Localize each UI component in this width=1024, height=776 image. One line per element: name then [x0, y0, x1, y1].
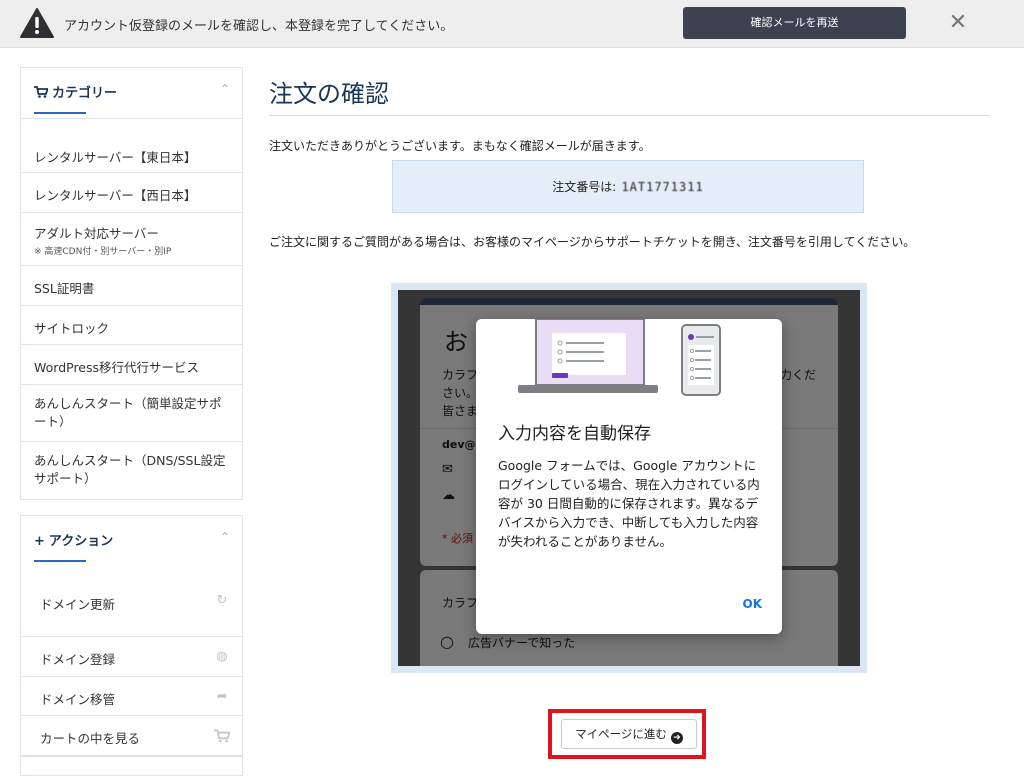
dialog-body: Google フォームでは、Google アカウントにログインしている場合、現在…: [498, 458, 760, 549]
order-number-label: 注文番号は:: [552, 180, 617, 194]
panel-underline: [34, 560, 86, 562]
sidebar-item-ssl[interactable]: SSL証明書: [21, 265, 242, 305]
arrow-right-circle-icon: ➜: [670, 732, 683, 744]
category-title: カテゴリー: [34, 82, 117, 101]
share-arrow-icon: ➦: [216, 689, 228, 704]
dialog-ok-button: OK: [742, 597, 763, 611]
close-icon[interactable]: ✕: [948, 11, 968, 35]
cta-label: マイページに進む: [575, 727, 667, 741]
action-item-domain-renew[interactable]: ドメイン更新 ↻: [21, 566, 242, 636]
panel-underline: [34, 112, 86, 114]
sidebar-item-anshin-easy[interactable]: あんしんスタート（簡単設定サポート）: [21, 384, 242, 441]
action-title: + アクション: [34, 534, 114, 549]
order-number-box: 注文番号は: 1AT1771311: [392, 160, 864, 213]
category-panel-header[interactable]: カテゴリー ⌃: [21, 68, 242, 118]
go-to-mypage-button[interactable]: マイページに進む ➜: [561, 719, 697, 749]
action-panel-header[interactable]: + アクション ⌃: [21, 516, 242, 566]
sidebar-item-anshin-dns[interactable]: あんしんスタート（DNS/SSL設定サポート）: [21, 441, 242, 499]
sidebar-item-adult-server[interactable]: アダルト対応サーバー ※ 高速CDN付・別サーバー・別IP: [21, 212, 242, 265]
dialog-title: 入力内容を自動保存: [498, 424, 651, 444]
autosave-illustration: [476, 319, 782, 411]
sidebar-item-sitelock[interactable]: サイトロック: [21, 305, 242, 344]
next-panel: [20, 756, 243, 776]
cart-icon: [34, 86, 49, 98]
page-title: 注文の確認: [269, 80, 389, 108]
verification-banner: アカウント仮登録のメールを確認し、本登録を完了してください。 確認メールを再送 …: [0, 0, 1024, 48]
refresh-icon: ↻: [216, 593, 228, 608]
thanks-message: 注文いただきありがとうございます。まもなく確認メールが届きます。: [269, 139, 651, 153]
action-item-domain-transfer[interactable]: ドメイン移管 ➦: [21, 676, 242, 715]
action-panel: + アクション ⌃ ドメイン更新 ↻ ドメイン登録 ◍ ドメイン移管 ➦ カートの中を見…: [20, 515, 243, 756]
category-panel: カテゴリー ⌃ レンタルサーバー【東日本】 レンタルサーバー【西日本】 アダルト…: [20, 67, 243, 500]
sidebar-item-wp-migration[interactable]: WordPress移行代行サービス: [21, 344, 242, 384]
order-number: 1AT1771311: [621, 180, 704, 194]
sidebar-item-sub: ※ 高速CDN付・別サーバー・別IP: [34, 247, 172, 257]
plus-icon: +: [34, 534, 45, 549]
chevron-up-icon[interactable]: ⌃: [220, 530, 230, 544]
title-divider: [269, 115, 989, 116]
action-item-view-cart[interactable]: カートの中を見る: [21, 715, 242, 755]
globe-icon: ◍: [216, 649, 228, 664]
chevron-up-icon[interactable]: ⌃: [220, 82, 230, 96]
banner-message: アカウント仮登録のメールを確認し、本登録を完了してください。: [64, 19, 454, 34]
warning-icon: [20, 8, 54, 38]
autosave-dialog: 入力内容を自動保存 Google フォームでは、Google アカウントにログイ…: [476, 319, 782, 634]
action-item-domain-register[interactable]: ドメイン登録 ◍: [21, 636, 242, 676]
sidebar-item-rental-east[interactable]: レンタルサーバー【東日本】: [21, 118, 242, 172]
resend-email-button[interactable]: 確認メールを再送: [683, 7, 906, 39]
embedded-form-image: お カラフ さい。 皆さま 力くだ dev@ ✉ ☁ * 必須 カラフ ○ 広告…: [398, 290, 860, 666]
cart-icon: [214, 729, 230, 743]
sidebar-item-rental-west[interactable]: レンタルサーバー【西日本】: [21, 172, 242, 212]
support-question-text: ご注文に関するご質問がある場合は、お客様のマイページからサポートチケットを開き、…: [269, 235, 916, 249]
